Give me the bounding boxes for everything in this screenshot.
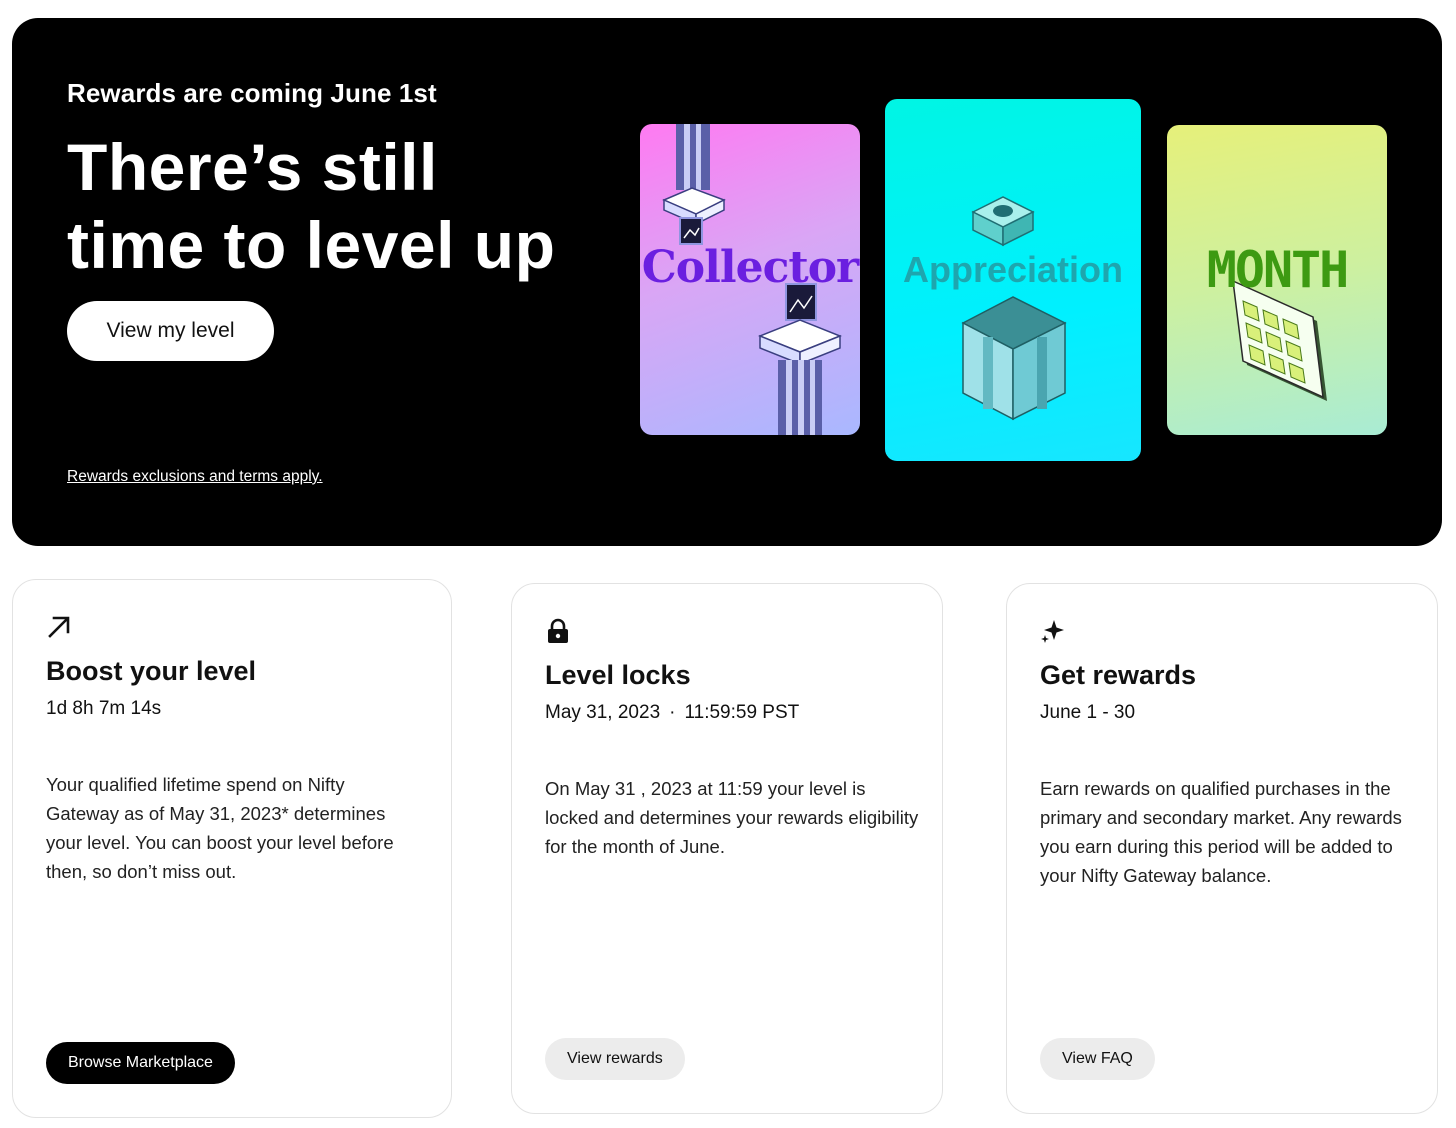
view-rewards-button[interactable]: View rewards: [545, 1038, 685, 1080]
rewards-hero-banner: Rewards are coming June 1st There’s stil…: [12, 18, 1442, 546]
card-title: Level locks: [545, 660, 691, 690]
card-title: Get rewards: [1040, 660, 1197, 690]
lock-time: 11:59:59 PST: [684, 702, 800, 723]
hero-title: There’s still time to level up: [67, 128, 627, 284]
collector-art-label: Collector: [641, 242, 859, 293]
card-description: On May 31 , 2023 at 11:59 your level is …: [545, 778, 919, 857]
level-locks-card: Level locks May 31, 2023 · 11:59:59 PST On…: [511, 583, 943, 1114]
countdown-timer: 1d 8h 7m 14s: [46, 698, 162, 719]
get-rewards-card: Get rewards June 1 - 30 Earn rewards on …: [1006, 583, 1438, 1114]
appreciation-art-label: Appreciation: [902, 249, 1124, 290]
card-description: Your qualified lifetime spend on Nifty G…: [46, 774, 394, 882]
card-description: Earn rewards on qualified purchases in t…: [1040, 778, 1402, 886]
appreciation-art-card: Appreciation: [885, 99, 1141, 461]
view-faq-button[interactable]: View FAQ: [1040, 1038, 1155, 1080]
hero-title-line-1: There’s still: [67, 130, 438, 204]
rewards-date-range: June 1 - 30: [1040, 702, 1136, 723]
lock-icon: [545, 618, 571, 644]
rewards-terms-link[interactable]: Rewards exclusions and terms apply.: [67, 468, 323, 486]
collector-art-card: Collector: [640, 124, 860, 435]
card-title: Boost your level: [46, 656, 257, 686]
boost-level-card: Boost your level 1d 8h 7m 14s Your quali…: [12, 579, 452, 1118]
lock-date: May 31, 2023: [545, 702, 661, 723]
separator-dot: ·: [669, 702, 676, 723]
sparkle-icon: [1040, 618, 1066, 644]
browse-marketplace-button[interactable]: Browse Marketplace: [46, 1042, 235, 1084]
hero-title-line-2: time to level up: [67, 208, 556, 282]
view-my-level-button[interactable]: View my level: [67, 301, 274, 361]
hero-eyebrow: Rewards are coming June 1st: [67, 78, 437, 108]
month-art-card: MONTH: [1167, 125, 1387, 435]
month-art-label: MONTH: [1206, 241, 1350, 299]
lock-date-time: May 31, 2023 · 11:59:59 PST: [545, 702, 799, 724]
arrow-up-right-icon: [46, 614, 72, 640]
